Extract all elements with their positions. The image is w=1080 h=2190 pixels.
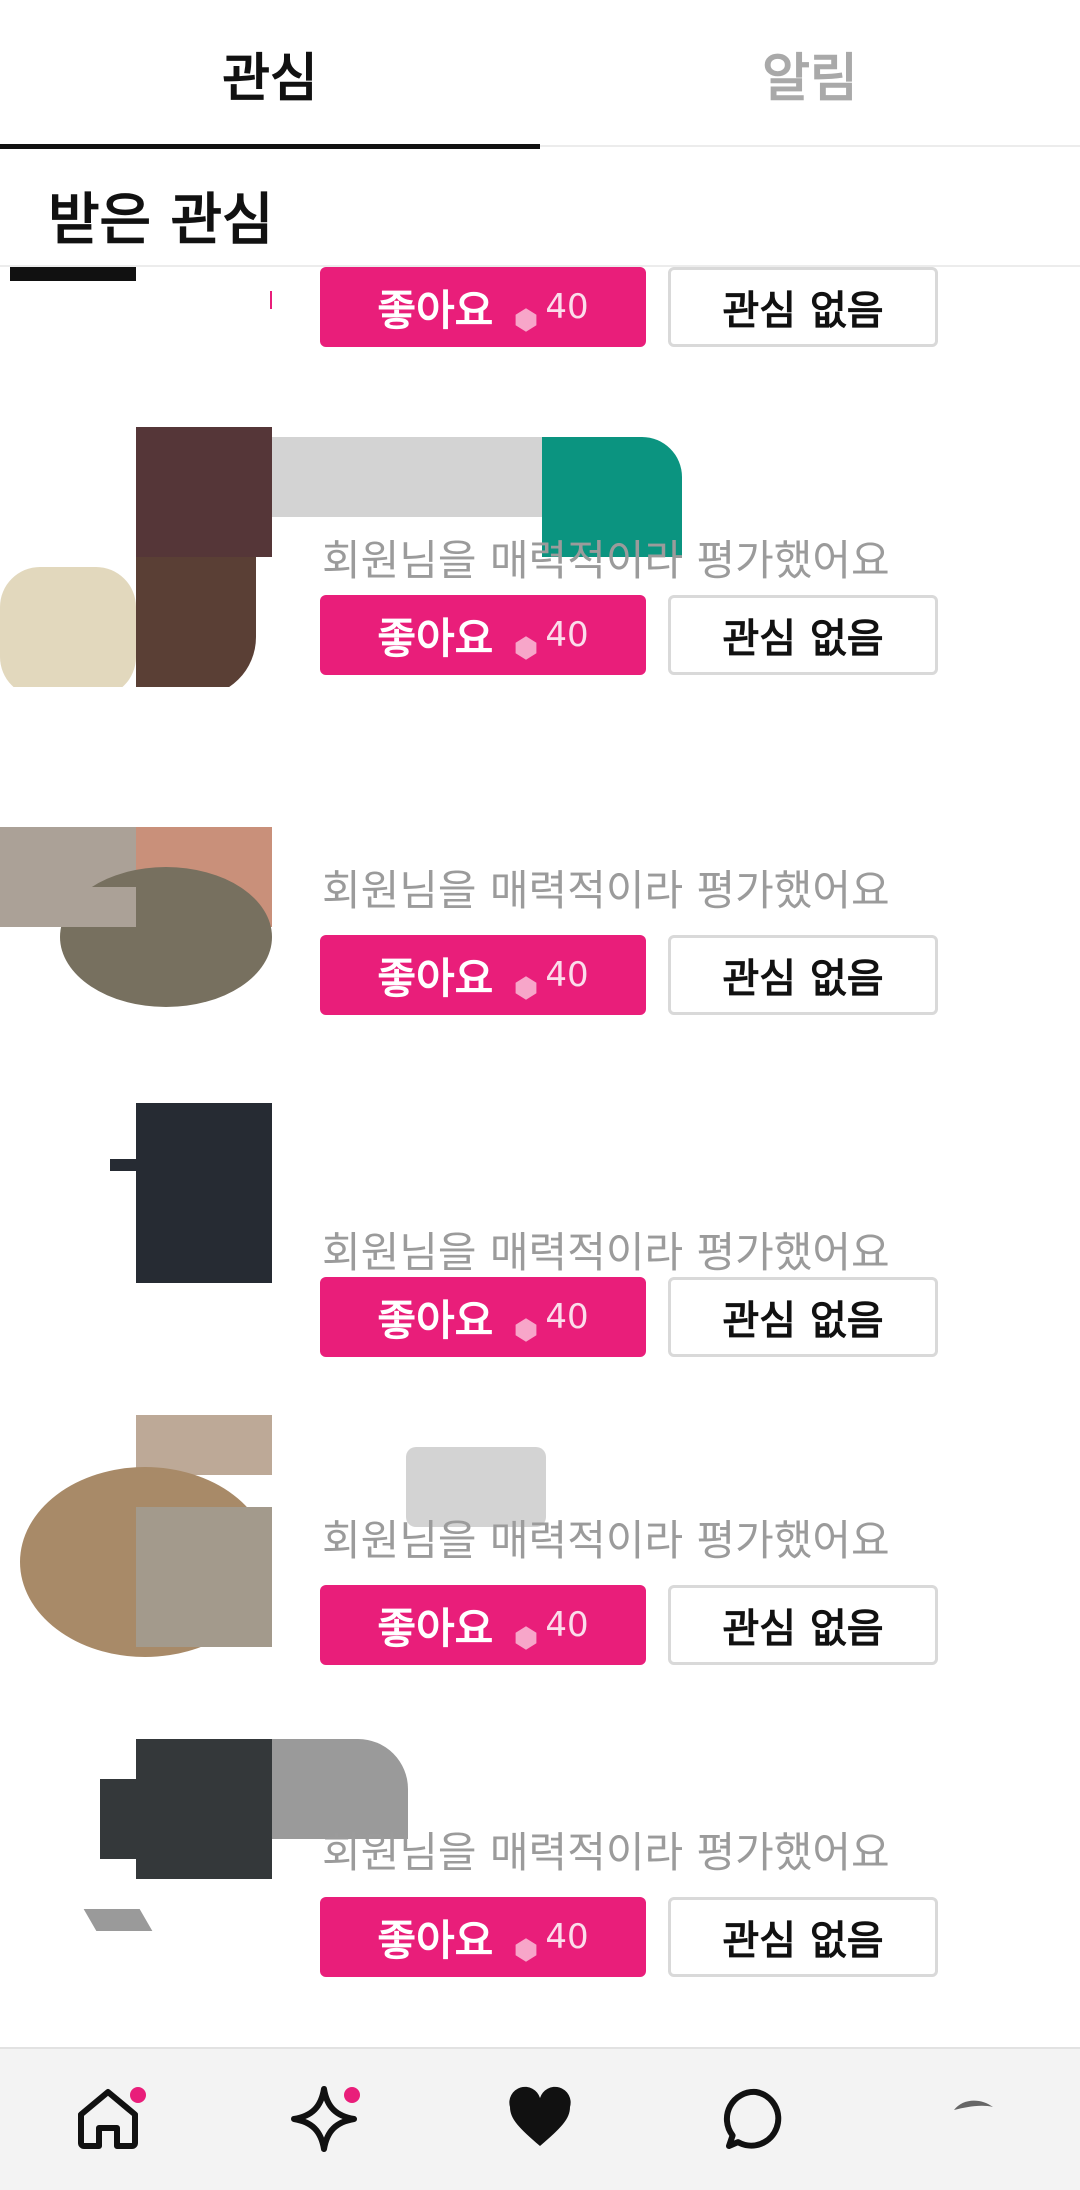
avatar[interactable]: [0, 427, 272, 687]
like-button[interactable]: 좋아요 40: [320, 1277, 646, 1357]
top-tabs: 관심 알림: [0, 0, 1080, 149]
like-cost: 40: [545, 1605, 589, 1645]
page: 관심 알림 받은 관심 좋아요 40 관심 없음 회원님을 매력적이라 평가했어…: [0, 0, 1080, 2190]
avatar[interactable]: [0, 1099, 272, 1359]
gem-icon: [513, 294, 539, 332]
not-interested-button[interactable]: 관심 없음: [668, 267, 938, 347]
not-interested-button[interactable]: 관심 없음: [668, 1897, 938, 1977]
bottom-navigation: [0, 2047, 1080, 2190]
avatar[interactable]: [0, 1407, 272, 1667]
like-cost: 40: [545, 1297, 589, 1337]
interest-message: 회원님을 매력적이라 평가했어요: [322, 536, 890, 585]
list-item: 회원님을 매력적이라 평가했어요 좋아요 40 관심 없음: [0, 427, 1080, 753]
profile-avatar: [936, 2083, 1008, 2159]
gem-icon: [513, 1612, 539, 1650]
tab-notifications[interactable]: 알림: [540, 0, 1080, 147]
interest-message: 회원님을 매력적이라 평가했어요: [322, 1828, 890, 1877]
interest-message: 회원님을 매력적이라 평가했어요: [322, 866, 890, 915]
avatar[interactable]: [0, 267, 272, 411]
like-label: 좋아요: [377, 1295, 494, 1345]
like-cost: 40: [545, 955, 589, 995]
obscured-name: [272, 437, 542, 517]
like-button[interactable]: 좋아요 40: [320, 935, 646, 1015]
nav-discover[interactable]: [216, 2049, 432, 2190]
like-button[interactable]: 좋아요 40: [320, 1585, 646, 1665]
nav-chat[interactable]: [648, 2049, 864, 2190]
notification-dot: [130, 2087, 146, 2103]
gem-icon: [513, 962, 539, 1000]
section-header: 받은 관심: [0, 149, 1080, 267]
tab-interest[interactable]: 관심: [0, 0, 540, 149]
not-interested-button[interactable]: 관심 없음: [668, 595, 938, 675]
not-interested-button[interactable]: 관심 없음: [668, 1585, 938, 1665]
gem-icon: [513, 1304, 539, 1342]
interest-message: 회원님을 매력적이라 평가했어요: [322, 1516, 890, 1565]
like-button[interactable]: 좋아요 40: [320, 267, 646, 347]
like-label: 좋아요: [377, 953, 494, 1003]
received-interest-list: 좋아요 40 관심 없음 회원님을 매력적이라 평가했어요 좋아요 40 관심 …: [0, 267, 1080, 2047]
notification-dot: [344, 2087, 360, 2103]
like-label: 좋아요: [377, 613, 494, 663]
like-cost: 40: [545, 287, 589, 327]
list-item: 회원님을 매력적이라 평가했어요 좋아요 40 관심 없음: [0, 1407, 1080, 1733]
section-title: 받은 관심: [48, 188, 274, 253]
heart-icon: [504, 2083, 576, 2159]
list-item: 회원님을 매력적이라 평가했어요 좋아요 40 관심 없음: [0, 1719, 1080, 2045]
gem-icon: [513, 1924, 539, 1962]
like-label: 좋아요: [377, 1603, 494, 1653]
avatar[interactable]: [0, 827, 272, 1087]
like-label: 좋아요: [377, 285, 494, 335]
list-item: 회원님을 매력적이라 평가했어요 좋아요 40 관심 없음: [0, 1099, 1080, 1425]
like-button[interactable]: 좋아요 40: [320, 1897, 646, 1977]
nav-profile[interactable]: [864, 2049, 1080, 2190]
gem-icon: [513, 622, 539, 660]
nav-interest[interactable]: [432, 2049, 648, 2190]
nav-home[interactable]: [0, 2049, 216, 2190]
not-interested-button[interactable]: 관심 없음: [668, 935, 938, 1015]
avatar[interactable]: [0, 1719, 272, 1979]
chat-bubble-icon: [720, 2083, 792, 2159]
like-cost: 40: [545, 615, 589, 655]
like-cost: 40: [545, 1917, 589, 1957]
like-label: 좋아요: [377, 1915, 494, 1965]
interest-message: 회원님을 매력적이라 평가했어요: [322, 1228, 890, 1277]
like-button[interactable]: 좋아요 40: [320, 595, 646, 675]
not-interested-button[interactable]: 관심 없음: [668, 1277, 938, 1357]
